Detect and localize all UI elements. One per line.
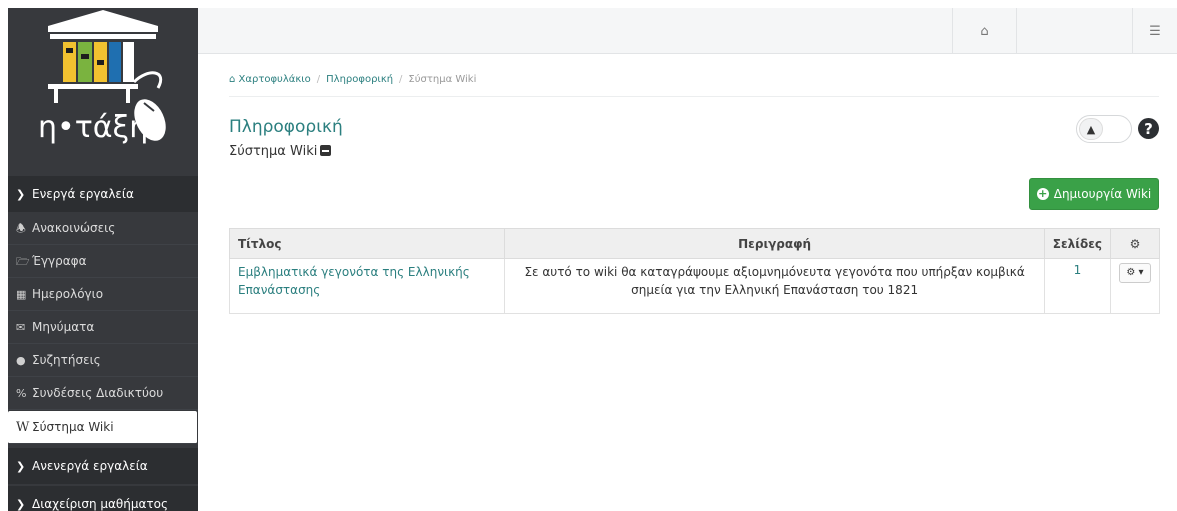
sidebar-item-discussions[interactable]: ● Συζητήσεις (8, 344, 198, 377)
home-icon: ⌂ (980, 23, 989, 39)
sidebar-item-label: Ανακοινώσεις (32, 221, 116, 235)
view-mode-toggle[interactable]: ▲ (1076, 115, 1132, 143)
comments-icon: ● (16, 354, 26, 367)
wiki-tools-cell: ⚙ ▾ (1109, 258, 1161, 314)
settings-button[interactable]: ☰ (1132, 8, 1177, 54)
wiki-pages-count: 1 (1043, 258, 1111, 314)
sidebar: η•τάξη ❯ Ενεργά εργαλεία 🕭 Ανακοινώσεις 🗁 Έ… (8, 8, 198, 511)
home-icon: ⌂ (229, 74, 239, 85)
top-bar: ⌂ ☰ (198, 8, 1177, 54)
collapse-icon[interactable] (320, 145, 332, 156)
site-logo[interactable]: η•τάξη (8, 8, 198, 178)
sidebar-item-wiki[interactable]: W Σύστημα Wiki (8, 411, 197, 444)
sidebar-item-label: Μηνύματα (32, 320, 95, 334)
create-wiki-label: Δημιουργία Wiki (1053, 187, 1152, 201)
active-tools-header[interactable]: ❯ Ενεργά εργαλεία (8, 176, 198, 212)
folder-icon: 🗁 (16, 255, 30, 268)
logo-graphic (48, 10, 166, 141)
course-admin-label: Διαχείριση μαθήματος (32, 497, 169, 511)
table-header-row: Τίτλος Περιγραφή Σελίδες ⚙ (228, 228, 1161, 259)
sidebar-item-label: Συζητήσεις (32, 353, 101, 367)
sidebar-item-label: Συνδέσεις Διαδικτύου (32, 386, 164, 400)
wiki-table: Τίτλος Περιγραφή Σελίδες ⚙ Εμβληματικά γ… (228, 228, 1161, 314)
gear-icon: ⚙ (1126, 267, 1136, 278)
sliders-icon: ☰ (1149, 23, 1161, 39)
logo-text: η•τάξη (38, 110, 149, 145)
wiki-title-cell: Εμβληματικά γεγονότα της Ελληνικής Επανά… (228, 258, 506, 314)
calendar-icon: ▦ (16, 288, 27, 301)
sidebar-item-messages[interactable]: ✉ Μηνύματα (8, 311, 198, 344)
column-header-pages: Σελίδες (1043, 228, 1111, 259)
column-header-description: Περιγραφή (504, 228, 1045, 259)
chevron-right-icon: ❯ (16, 498, 26, 511)
gears-icon: ⚙ (1129, 236, 1141, 251)
caret-down-icon: ▾ (1138, 267, 1144, 278)
breadcrumb-divider (229, 96, 1159, 97)
breadcrumb-current: Σύστημα Wiki (408, 74, 477, 85)
inactive-tools-header[interactable]: ❯ Ανενεργά εργαλεία (8, 448, 198, 484)
breadcrumb-course[interactable]: Πληροφορική (326, 74, 393, 85)
active-tools-label: Ενεργά εργαλεία (32, 187, 134, 201)
sidebar-item-label: Ημερολόγιο (32, 287, 104, 301)
sidebar-item-links[interactable]: % Συνδέσεις Διαδικτύου (8, 377, 198, 410)
sidebar-item-calendar[interactable]: ▦ Ημερολόγιο (8, 278, 198, 311)
wiki-title-link[interactable]: Εμβληματικά γεγονότα της Ελληνικής Επανά… (238, 265, 470, 297)
link-icon: % (16, 387, 27, 400)
sidebar-item-announcements[interactable]: 🕭 Ανακοινώσεις (8, 212, 198, 245)
breadcrumb: ⌂ Χαρτοφυλάκιο / Πληροφορική / Σύστημα Wiki (229, 74, 477, 85)
home-button[interactable]: ⌂ (952, 8, 1016, 54)
megaphone-icon: 🕭 (16, 222, 26, 235)
create-wiki-button[interactable]: + Δημιουργία Wiki (1029, 178, 1159, 210)
wiki-description: Σε αυτό το wiki θα καταγράψουμε αξιομνημ… (504, 258, 1045, 314)
top-bar-spacer (1016, 8, 1132, 54)
breadcrumb-portfolio[interactable]: ⌂ Χαρτοφυλάκιο (229, 74, 311, 85)
inactive-tools-label: Ανενεργά εργαλεία (32, 459, 148, 473)
course-title: Πληροφορική (229, 117, 343, 137)
column-header-title: Τίτλος (228, 228, 506, 259)
chevron-right-icon: ❯ (16, 460, 26, 473)
table-row: Εμβληματικά γεγονότα της Ελληνικής Επανά… (228, 258, 1161, 314)
chevron-down-icon: ❯ (16, 188, 26, 201)
column-header-tools: ⚙ (1109, 228, 1161, 259)
wikipedia-icon: W (16, 420, 30, 435)
page-subtitle: Σύστημα Wiki (229, 144, 332, 159)
row-actions-dropdown[interactable]: ⚙ ▾ (1118, 263, 1151, 283)
sidebar-item-documents[interactable]: 🗁 Έγγραφα (8, 245, 198, 278)
sidebar-item-label: Σύστημα Wiki (32, 420, 114, 434)
plus-circle-icon: + (1036, 187, 1049, 200)
course-admin-header[interactable]: ❯ Διαχείριση μαθήματος (8, 486, 198, 511)
envelope-icon: ✉ (16, 321, 26, 334)
graduation-cap-icon: ▲ (1079, 118, 1103, 140)
help-icon[interactable]: ? (1138, 118, 1159, 139)
sidebar-item-label: Έγγραφα (32, 254, 87, 268)
